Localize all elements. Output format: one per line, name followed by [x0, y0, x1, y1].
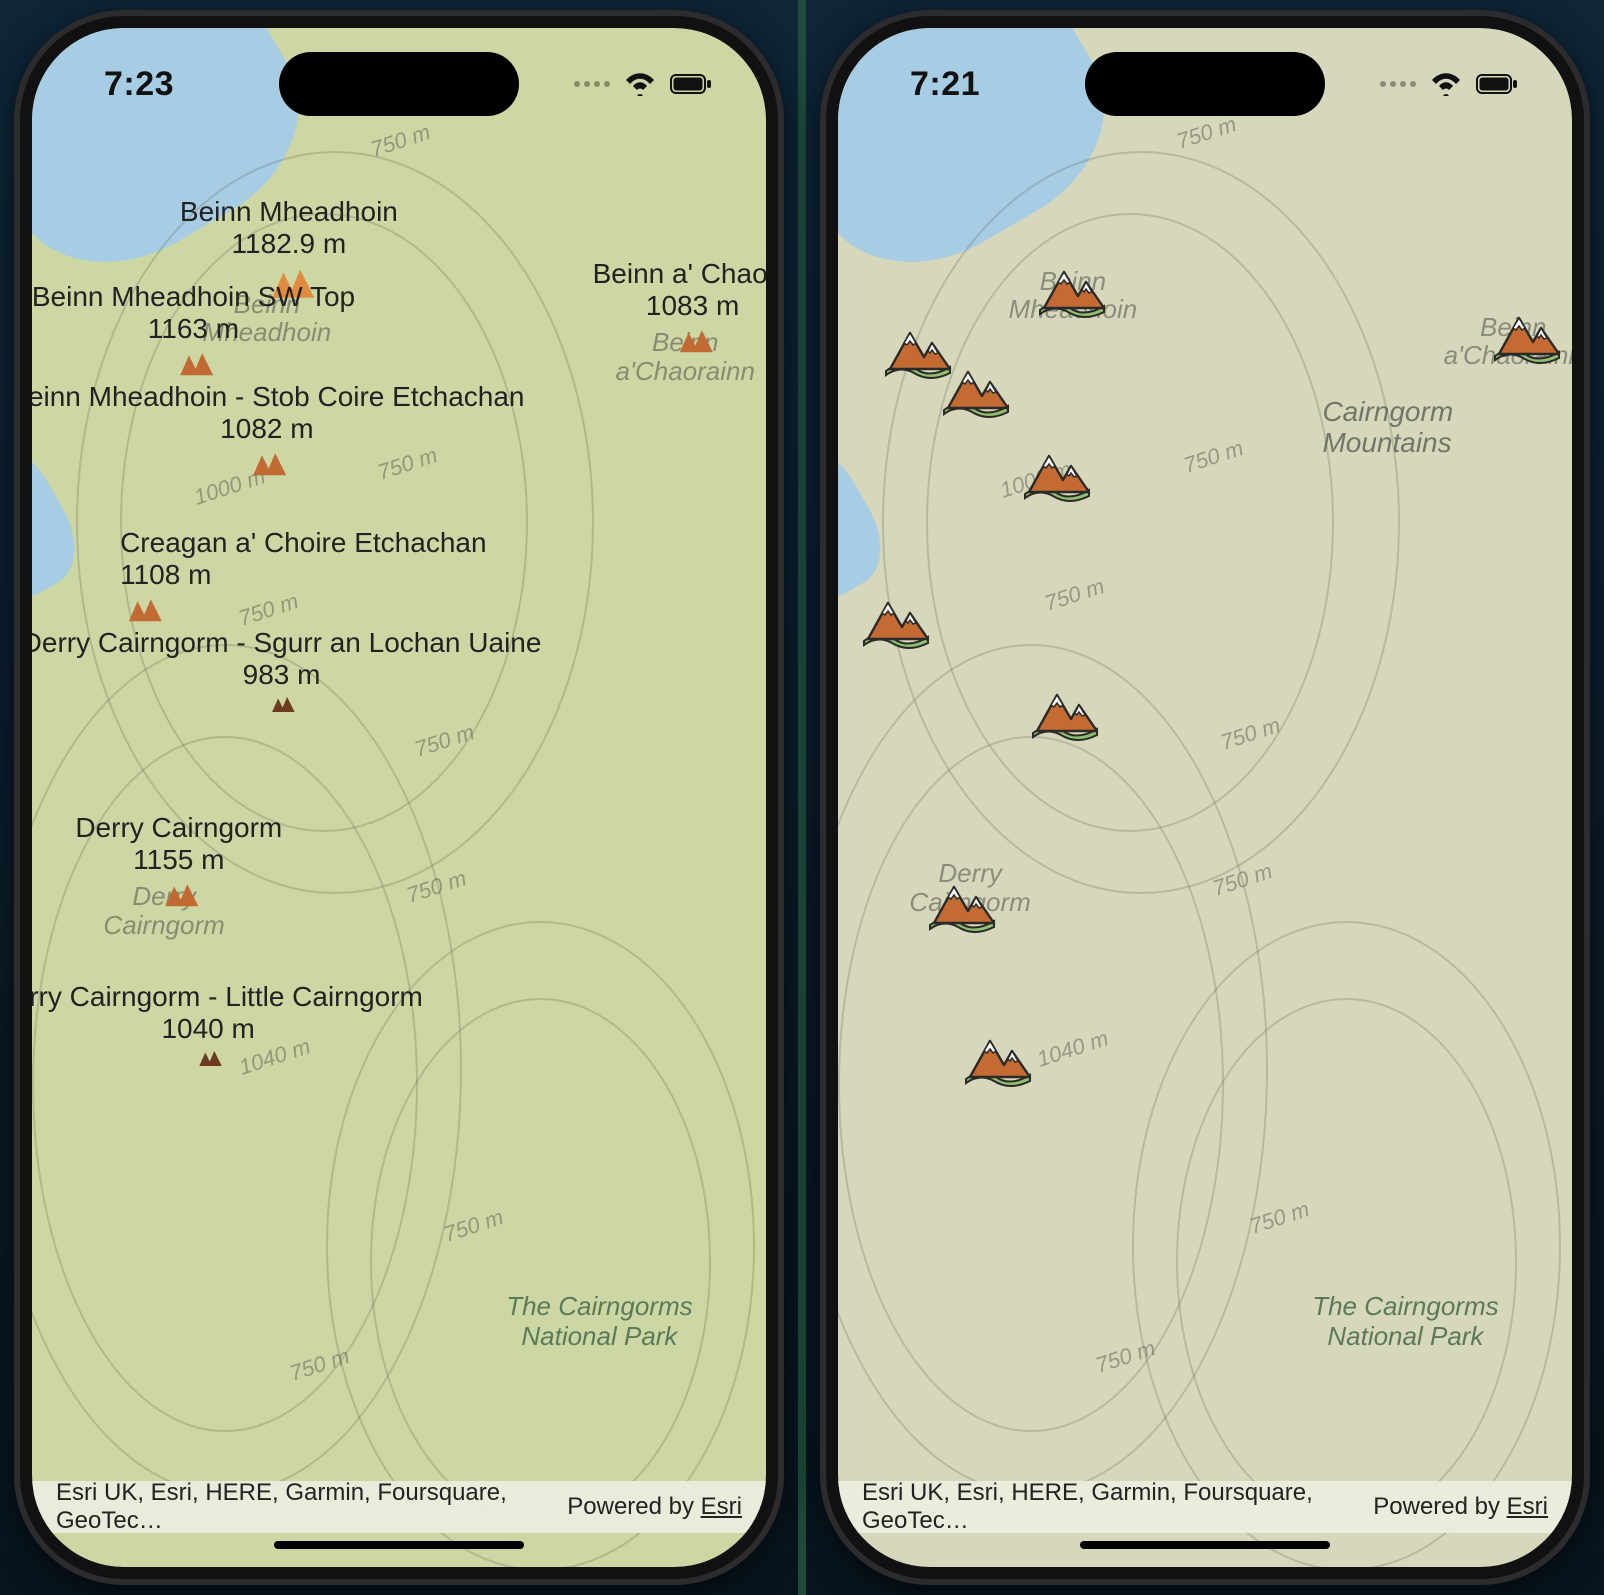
- wifi-icon: [624, 72, 656, 96]
- cell-signal-icon: [574, 81, 610, 87]
- mountain-picture-icon: [1489, 308, 1567, 364]
- peak-marker[interactable]: [924, 877, 1002, 933]
- peak-marker[interactable]: Creagan a' Choire Etchachan1108 m: [120, 528, 486, 629]
- battery-icon: [670, 73, 712, 95]
- mountain-icon: [245, 446, 289, 483]
- mountain-picture-icon: [1034, 262, 1112, 318]
- contour-label: 750 m: [1173, 112, 1239, 156]
- mountain-picture-icon: [1019, 446, 1097, 502]
- status-time: 7:23: [104, 65, 174, 104]
- phone-screen-left[interactable]: 7:23: [32, 28, 766, 1567]
- status-time: 7:21: [910, 65, 980, 104]
- peak-marker[interactable]: Beinn Mheadhoin SW Top1163 m: [32, 282, 355, 383]
- region-label: Cairngorm Mountains: [1322, 397, 1453, 459]
- home-indicator[interactable]: [1080, 1541, 1330, 1549]
- mountain-icon: [671, 323, 715, 360]
- contour-line: [370, 998, 712, 1525]
- dynamic-island: [1085, 52, 1325, 116]
- mountain-picture-icon: [960, 1031, 1038, 1087]
- dynamic-island: [279, 52, 519, 116]
- peak-marker[interactable]: [1489, 308, 1567, 364]
- peak-marker[interactable]: Beinn a' Chaora1083 m: [593, 259, 766, 360]
- mountain-picture-icon: [924, 877, 1002, 933]
- phone-frame-right: 7:21: [820, 10, 1590, 1585]
- peak-marker[interactable]: [960, 1031, 1038, 1087]
- mountain-icon: [267, 692, 297, 719]
- peak-marker[interactable]: [858, 593, 936, 649]
- peak-name: Derry Cairngorm: [75, 813, 282, 844]
- phone-screen-right[interactable]: 7:21: [838, 28, 1572, 1567]
- peak-marker[interactable]: [1027, 685, 1105, 741]
- peak-marker[interactable]: Derry Cairngorm - Sgurr an Lochan Uaine9…: [32, 628, 541, 719]
- peak-elevation: 1182.9 m: [180, 228, 398, 260]
- peak-marker[interactable]: [1034, 262, 1112, 318]
- map-canvas-left[interactable]: 750 m1000 m750 m750 m750 m750 m1040 m750…: [32, 28, 766, 1567]
- wifi-icon: [1430, 72, 1462, 96]
- home-indicator[interactable]: [274, 1541, 524, 1549]
- peak-elevation: 1163 m: [32, 313, 355, 345]
- map-canvas-right[interactable]: 750 m1000 m750 m750 m750 m750 m1040 m750…: [838, 28, 1572, 1567]
- peak-name: Derry Cairngorm - Little Cairngorm: [32, 982, 423, 1013]
- comparison-stage: 7:23: [0, 0, 1604, 1595]
- vertical-divider: [798, 0, 806, 1595]
- phone-frame-left: 7:23: [14, 10, 784, 1585]
- attribution-powered-by[interactable]: Powered by Esri: [567, 1493, 742, 1521]
- peak-name: Beinn Mheadhoin SW Top: [32, 282, 355, 313]
- peak-marker[interactable]: [938, 362, 1016, 418]
- peak-marker[interactable]: Derry Cairngorm - Little Cairngorm1040 m: [32, 982, 423, 1073]
- contour-line: [1176, 998, 1518, 1525]
- attribution-sources: Esri UK, Esri, HERE, Garmin, Foursquare,…: [862, 1479, 1373, 1535]
- peak-elevation: 1108 m: [120, 559, 486, 591]
- mountain-picture-icon: [1027, 685, 1105, 741]
- park-label: The Cairngorms National Park: [1312, 1292, 1498, 1352]
- battery-icon: [1476, 73, 1518, 95]
- map-attribution-bar: Esri UK, Esri, HERE, Garmin, Foursquare,…: [32, 1481, 766, 1533]
- peak-elevation: 1083 m: [593, 290, 766, 322]
- peak-marker[interactable]: Derry Cairngorm1155 m: [75, 813, 282, 914]
- peak-name: Beinn Mheadhoin: [180, 197, 398, 228]
- mountain-picture-icon: [938, 362, 1016, 418]
- peak-name: Derry Cairngorm - Sgurr an Lochan Uaine: [32, 628, 541, 659]
- map-attribution-bar: Esri UK, Esri, HERE, Garmin, Foursquare,…: [838, 1481, 1572, 1533]
- peak-name: Beinn a' Chaora: [593, 259, 766, 290]
- peak-name: Creagan a' Choire Etchachan: [120, 528, 486, 559]
- mountain-icon: [171, 346, 215, 383]
- peak-name: Beinn Mheadhoin - Stob Coire Etchachan: [32, 382, 524, 413]
- peak-marker[interactable]: Beinn Mheadhoin - Stob Coire Etchachan10…: [32, 382, 524, 483]
- mountain-picture-icon: [858, 593, 936, 649]
- attribution-powered-by[interactable]: Powered by Esri: [1373, 1493, 1548, 1521]
- mountain-icon: [157, 877, 201, 914]
- peak-elevation: 1155 m: [75, 844, 282, 876]
- peak-marker[interactable]: [1019, 446, 1097, 502]
- park-label: The Cairngorms National Park: [506, 1292, 692, 1352]
- peak-elevation: 1040 m: [32, 1013, 423, 1045]
- peak-elevation: 983 m: [32, 659, 541, 691]
- contour-label: 750 m: [367, 119, 433, 163]
- attribution-sources: Esri UK, Esri, HERE, Garmin, Foursquare,…: [56, 1479, 567, 1535]
- cell-signal-icon: [1380, 81, 1416, 87]
- peak-elevation: 1082 m: [32, 413, 524, 445]
- mountain-icon: [120, 592, 164, 629]
- mountain-icon: [193, 1046, 223, 1073]
